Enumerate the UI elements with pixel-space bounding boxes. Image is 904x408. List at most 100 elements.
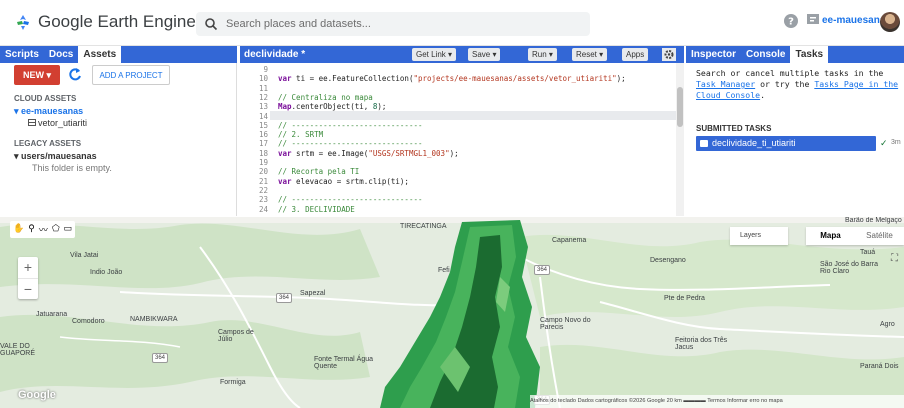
save-button[interactable]: Save ▾ — [468, 48, 501, 61]
line-number: 21 — [258, 176, 268, 186]
search-icon — [205, 18, 218, 31]
map-type-map[interactable]: Mapa — [806, 227, 855, 245]
map-label: Fefi — [438, 267, 450, 274]
new-button-label: NEW — [22, 70, 44, 80]
apps-button[interactable]: Apps — [622, 48, 649, 61]
polygon-icon[interactable]: ⬠ — [52, 223, 60, 236]
search-input[interactable]: Search places and datasets... — [196, 12, 590, 36]
code-line: // Centraliza no mapa — [278, 92, 373, 102]
code-line: var ti = ee.FeatureCollection("projects/… — [278, 74, 626, 84]
map-label: Tauá — [860, 249, 876, 256]
hand-icon[interactable]: ✋ — [13, 223, 24, 236]
save-label: Save — [472, 50, 491, 59]
line-number: 15 — [258, 120, 268, 130]
editor-scrollbar[interactable] — [676, 63, 684, 216]
empty-folder-text: This folder is empty. — [32, 163, 112, 173]
feedback-icon[interactable] — [806, 13, 820, 27]
code-token: "USGS/SRTMGL1_003" — [368, 148, 450, 158]
search-placeholder: Search places and datasets... — [226, 18, 371, 30]
layers-button[interactable]: Layers — [730, 227, 788, 245]
top-bar: Google Earth Engine Search places and da… — [0, 0, 904, 46]
google-logo: Google — [18, 389, 56, 401]
task-time: 3m — [891, 139, 901, 146]
marker-icon[interactable]: ⚲ — [28, 223, 35, 236]
map-view[interactable]: ✋ ⚲ 〰 ⬠ ▭ + − Vila Jatai Indio João Jatu… — [0, 217, 904, 408]
tab-docs[interactable]: Docs — [44, 46, 78, 63]
task-name: declividade_ti_utiariti — [712, 138, 796, 148]
code-line: // ----------------------------- — [278, 120, 423, 130]
code-line: var elevacao = srtm.clip(ti); — [278, 176, 409, 186]
new-button[interactable]: NEW ▾ — [14, 65, 60, 85]
map-label: Fonte Termal Água Quente — [314, 356, 374, 370]
code-line: // ----------------------------- — [278, 195, 423, 205]
map-label: São José do Barra Rio Claro — [820, 261, 878, 275]
run-button[interactable]: Run ▾ — [528, 48, 557, 61]
line-number: 10 — [258, 74, 268, 84]
map-label: VALE DO GUAPORÉ — [0, 343, 36, 357]
line-number: 19 — [258, 158, 268, 167]
gear-icon[interactable] — [662, 48, 676, 61]
run-label: Run — [532, 50, 547, 59]
dropdown-arrow-icon: ▾ — [46, 70, 52, 80]
line-number: 14 — [258, 111, 268, 121]
get-link-button[interactable]: Get Link ▾ — [412, 48, 457, 61]
avatar[interactable] — [880, 12, 900, 32]
task-item[interactable]: declividade_ti_utiariti — [696, 136, 876, 151]
desc-mid: or try the — [755, 79, 815, 89]
code-area[interactable]: 9 10 11 12 13 14 15 16 17 18 19 20 21 22 23 24 var ti = … — [240, 63, 684, 216]
legacy-user-item[interactable]: ▾ users/mauesanas — [14, 151, 97, 162]
legacy-user-name: users/mauesanas — [21, 151, 97, 161]
asset-item[interactable]: vetor_utiariti — [28, 118, 87, 128]
fullscreen-icon[interactable]: ⛶ — [891, 253, 898, 264]
tab-assets[interactable]: Assets — [78, 46, 122, 63]
line-icon[interactable]: 〰 — [39, 223, 48, 236]
project-item[interactable]: ▾ ee-mauesanas — [14, 106, 83, 117]
rectangle-icon[interactable]: ▭ — [64, 223, 73, 236]
app-name: Google Earth Engine — [38, 12, 196, 31]
refresh-icon[interactable] — [66, 65, 84, 85]
code-editor-panel: declividade * Get Link ▾ Save ▾ Run ▾ Re… — [240, 46, 684, 216]
app-logo[interactable]: Google Earth Engine — [14, 12, 196, 32]
submitted-tasks-label: SUBMITTED TASKS — [696, 124, 772, 133]
line-number: 24 — [258, 204, 268, 214]
code-token: Map — [278, 102, 292, 112]
map-label: Pte de Pedra — [664, 295, 705, 302]
project-name: ee-mauesanas — [21, 106, 84, 116]
zoom-in-button[interactable]: + — [18, 257, 38, 277]
code-line: // ----------------------------- — [278, 139, 423, 149]
zoom-out-button[interactable]: − — [18, 278, 38, 298]
map-label: Capanema — [552, 237, 587, 244]
tab-scripts[interactable]: Scripts — [0, 46, 44, 63]
line-gutter: 9 10 11 12 13 14 15 16 17 18 19 20 21 22 23 24 — [240, 63, 270, 216]
caret-down-icon: ▾ — [14, 106, 19, 116]
map-type-satellite[interactable]: Satélite — [855, 227, 904, 245]
panels-row: Scripts Docs Assets NEW ▾ ADD A PROJECT … — [0, 46, 904, 216]
check-icon: ✓ — [880, 138, 888, 148]
map-label: Comodoro — [72, 318, 105, 325]
app-window: Google Earth Engine Search places and da… — [0, 0, 904, 408]
code-line: Map.centerObject(ti, 8); — [278, 102, 387, 112]
line-number: 23 — [258, 195, 268, 205]
script-name[interactable]: declividade * — [244, 49, 305, 60]
caret-down-icon: ▾ — [14, 151, 19, 161]
right-panel: Inspector Console Tasks Search or cancel… — [686, 46, 904, 216]
dropdown-arrow-icon: ▾ — [492, 50, 497, 59]
reset-button[interactable]: Reset ▾ — [572, 48, 608, 61]
add-project-button[interactable]: ADD A PROJECT — [92, 65, 170, 85]
scrollbar-thumb[interactable] — [677, 87, 683, 127]
code-line: // 2. SRTM — [278, 130, 324, 140]
line-number: 16 — [258, 130, 268, 140]
tab-console[interactable]: Console — [741, 46, 790, 63]
task-manager-link[interactable]: Task Manager — [696, 79, 755, 89]
tab-inspector[interactable]: Inspector — [686, 46, 741, 63]
map-label: Feitoria dos Três Jacus — [675, 337, 728, 351]
table-icon — [28, 119, 36, 126]
line-number: 12 — [258, 92, 268, 102]
code-token: var — [278, 74, 292, 84]
current-line-highlight — [270, 110, 676, 120]
tab-tasks[interactable]: Tasks — [790, 46, 829, 63]
help-icon[interactable]: ? — [783, 13, 799, 29]
map-label: Sapezal — [300, 290, 326, 297]
map-label: Barão de Melgaço — [845, 217, 902, 224]
code-line: var srtm = ee.Image("USGS/SRTMGL1_003"); — [278, 148, 459, 158]
